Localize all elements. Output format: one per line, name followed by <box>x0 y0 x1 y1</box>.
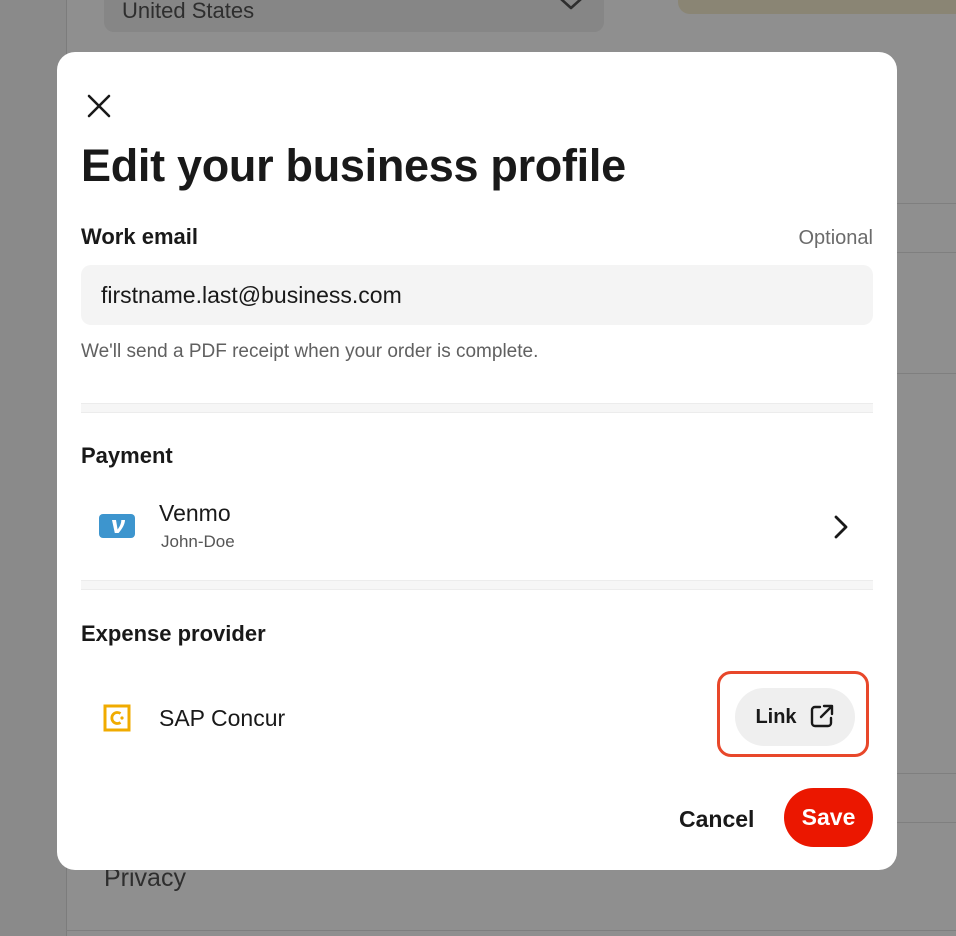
venmo-logo-icon <box>99 514 135 538</box>
background-divider <box>896 373 956 374</box>
background-divider <box>896 773 956 774</box>
modal-title: Edit your business profile <box>81 140 626 191</box>
save-button[interactable]: Save <box>784 788 873 847</box>
work-email-label: Work email <box>81 224 198 249</box>
expense-provider-name: SAP Concur <box>159 705 286 731</box>
sap-concur-logo-icon <box>103 704 131 732</box>
background-divider <box>896 822 956 823</box>
work-email-input[interactable] <box>81 265 873 325</box>
optional-label: Optional <box>798 227 874 249</box>
country-select[interactable]: United States <box>104 0 604 32</box>
close-button[interactable] <box>83 92 115 124</box>
work-email-helper-text: We'll send a PDF receipt when your order… <box>81 341 539 362</box>
link-expense-provider-button[interactable]: Link <box>735 688 855 746</box>
chevron-down-icon <box>558 0 584 17</box>
payment-method-name: Venmo <box>159 500 231 526</box>
cancel-button[interactable]: Cancel <box>661 790 772 848</box>
payment-method-row[interactable]: Venmo John-Doe <box>81 492 873 562</box>
chevron-right-icon <box>833 514 849 545</box>
external-link-icon <box>809 703 835 732</box>
payment-label: Payment <box>81 443 173 468</box>
section-divider <box>81 580 873 590</box>
close-icon <box>86 93 112 124</box>
background-divider <box>896 203 956 204</box>
background-divider <box>896 252 956 253</box>
country-select-value: United States <box>122 0 255 23</box>
section-divider <box>81 403 873 413</box>
payment-method-username: John-Doe <box>161 532 235 551</box>
link-button-label: Link <box>755 705 797 728</box>
background-divider <box>66 930 956 931</box>
expense-provider-label: Expense provider <box>81 621 266 646</box>
background-promo-banner <box>678 0 956 14</box>
edit-business-profile-modal: Edit your business profile Work email Op… <box>57 52 897 870</box>
